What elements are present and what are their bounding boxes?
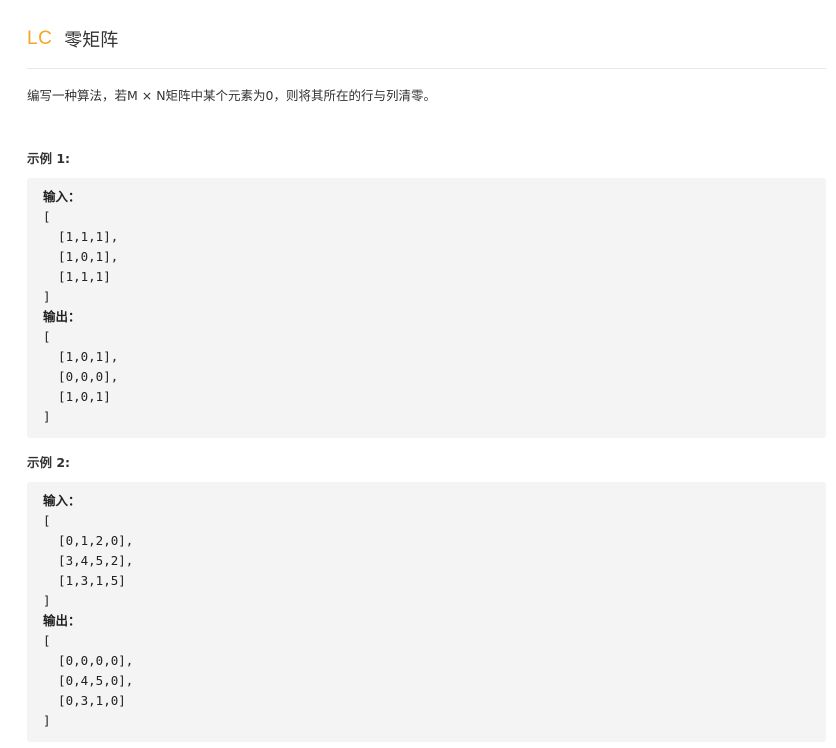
example-2-label: 示例 2: xyxy=(27,455,71,470)
code-line: [3,4,5,2], xyxy=(43,553,134,568)
code-line: [0,4,5,0], xyxy=(43,673,134,688)
code-line: ] xyxy=(43,289,51,304)
code-line: 输入： xyxy=(43,493,81,508)
example-1-code-block: 输入： [ [1,1,1], [1,0,1], [1,1,1] ] 输出： [ … xyxy=(27,178,826,438)
code-line: [1,0,1] xyxy=(43,389,111,404)
code-line: [0,0,0,0], xyxy=(43,653,134,668)
problem-description: 编写一种算法，若M × N矩阵中某个元素为0，则将其所在的行与列清零。 xyxy=(27,88,437,103)
code-line: ] xyxy=(43,713,51,728)
example-1-label: 示例 1: xyxy=(27,151,71,166)
divider xyxy=(27,68,826,69)
code-line: 输入： xyxy=(43,189,81,204)
code-line: [0,0,0], xyxy=(43,369,119,384)
code-line: [0,1,2,0], xyxy=(43,533,134,548)
code-line: [1,0,1], xyxy=(43,249,119,264)
code-line: [1,1,1], xyxy=(43,229,119,244)
code-line: [ xyxy=(43,513,51,528)
code-line: ] xyxy=(43,409,51,424)
code-line: ] xyxy=(43,593,51,608)
problem-page: LC 零矩阵 编写一种算法，若M × N矩阵中某个元素为0，则将其所在的行与列清… xyxy=(0,0,836,748)
code-line: [ xyxy=(43,329,51,344)
code-line: [1,3,1,5] xyxy=(43,573,126,588)
code-line: 输出： xyxy=(43,309,81,324)
code-line: [1,1,1] xyxy=(43,269,111,284)
code-line: [ xyxy=(43,209,51,224)
example-2-code-block: 输入： [ [0,1,2,0], [3,4,5,2], [1,3,1,5] ] … xyxy=(27,482,826,742)
page-title: 零矩阵 xyxy=(64,30,119,51)
code-line: [1,0,1], xyxy=(43,349,119,364)
problem-header: LC 零矩阵 xyxy=(27,24,118,54)
code-line: 输出： xyxy=(43,613,81,628)
lc-badge: LC xyxy=(27,28,53,49)
code-line: [0,3,1,0] xyxy=(43,693,126,708)
code-line: [ xyxy=(43,633,51,648)
